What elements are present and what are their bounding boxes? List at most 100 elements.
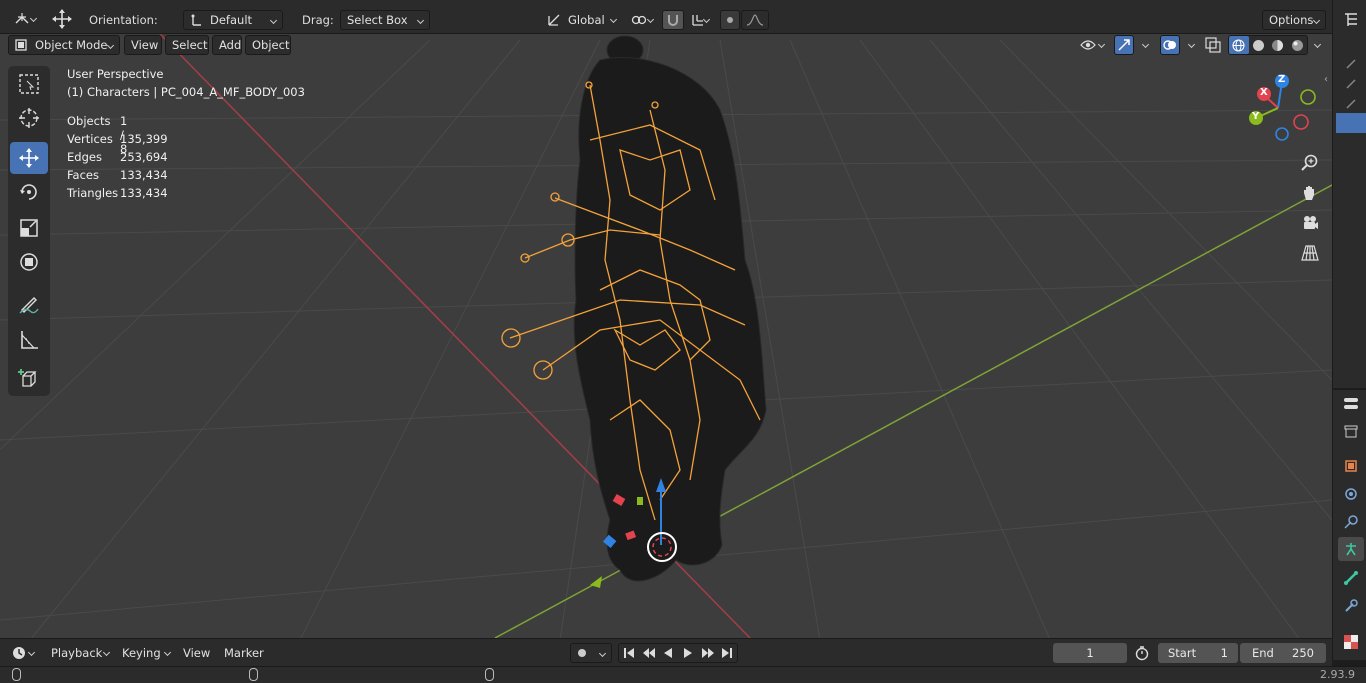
transform-orientation-value: Global: [568, 13, 605, 27]
tool-move[interactable]: [10, 142, 48, 174]
tab-scene[interactable]: [1338, 419, 1364, 443]
menu-view[interactable]: View: [124, 35, 162, 55]
tab-constraints[interactable]: [1338, 510, 1364, 534]
checker-texture-icon: [1344, 635, 1358, 649]
tool-transform[interactable]: [10, 246, 48, 278]
play-button[interactable]: [678, 644, 698, 662]
collection-object-label: (1) Characters | PC_004_A_MF_BODY_003: [67, 85, 305, 99]
proportional-edit-toggle[interactable]: [720, 10, 740, 30]
prev-keyframe-icon: [642, 648, 655, 658]
jump-start-button[interactable]: [619, 644, 639, 662]
menu-select[interactable]: Select: [165, 35, 209, 55]
tool-rotate[interactable]: [10, 176, 48, 208]
current-frame-field[interactable]: 1: [1053, 643, 1127, 663]
playback-menu[interactable]: Playback: [45, 643, 115, 663]
menu-object[interactable]: Object: [245, 35, 291, 55]
outliner-selected-row[interactable]: [1336, 113, 1366, 133]
rendered-shading-button[interactable]: [1288, 36, 1308, 54]
tool-annotate[interactable]: [10, 288, 48, 320]
solid-shading-button[interactable]: [1249, 36, 1269, 54]
armature-figure-icon: [1346, 543, 1356, 556]
next-keyframe-button[interactable]: [698, 644, 718, 662]
play-reverse-button[interactable]: [658, 644, 678, 662]
timeline-editor-type[interactable]: [6, 643, 40, 663]
start-value: 1: [1220, 646, 1228, 660]
auto-keying-toggle[interactable]: [570, 643, 612, 663]
bone-constraint-icon: [1345, 599, 1358, 612]
pan-button[interactable]: [1296, 179, 1324, 207]
play-icon: [683, 648, 692, 658]
drag-label: Drag:: [302, 13, 334, 27]
properties-editor-button[interactable]: [1338, 392, 1364, 416]
start-frame-field[interactable]: Start 1: [1158, 643, 1238, 663]
tool-select-box[interactable]: [10, 68, 48, 100]
material-shading-button[interactable]: [1268, 36, 1288, 54]
xray-toggle[interactable]: [1205, 37, 1223, 53]
tab-bone-constraints[interactable]: [1338, 594, 1364, 618]
pivot-point-dropdown[interactable]: [625, 10, 659, 30]
snap-increment-icon: [692, 15, 703, 26]
drag-dropdown[interactable]: Select Box: [340, 10, 430, 30]
menu-add[interactable]: Add: [212, 35, 242, 55]
prev-keyframe-button[interactable]: [639, 644, 659, 662]
jump-end-button[interactable]: [717, 644, 737, 662]
gizmo-toggle[interactable]: [1114, 35, 1134, 55]
perspective-label: User Perspective: [67, 67, 164, 81]
tool-measure[interactable]: [10, 324, 48, 356]
tool-scale[interactable]: [10, 212, 48, 244]
constraint-icon: [1344, 515, 1358, 529]
timeline-view-menu[interactable]: View: [177, 643, 217, 663]
mode-dropdown[interactable]: Object Mode: [8, 35, 120, 55]
object-mode-icon: [15, 39, 27, 51]
keying-menu[interactable]: Keying: [116, 643, 176, 663]
visibility-dropdown[interactable]: [1074, 35, 1110, 55]
marker-menu[interactable]: Marker: [218, 643, 268, 663]
editor-type-button[interactable]: [8, 9, 42, 29]
move-gizmo-icon[interactable]: [50, 8, 74, 30]
tab-texture[interactable]: [1338, 630, 1364, 654]
stat-label: Objects: [67, 114, 111, 128]
tool-add-cube[interactable]: [10, 362, 48, 394]
zoom-button[interactable]: [1296, 149, 1324, 177]
outliner-collapse-arrow[interactable]: ‹: [1324, 74, 1332, 86]
transform-orientation-dropdown[interactable]: Global: [540, 10, 622, 30]
physics-orbit-icon: [1345, 488, 1357, 500]
jump-start-icon: [623, 648, 634, 658]
shading-group: [1228, 35, 1308, 55]
menu-add-label: Add: [219, 38, 242, 52]
wireframe-shading-button[interactable]: [1229, 36, 1249, 54]
falloff-button[interactable]: [741, 10, 769, 30]
camera-view-button[interactable]: [1296, 209, 1324, 237]
tab-armature-data[interactable]: [1338, 537, 1364, 561]
snap-toggle[interactable]: [662, 10, 684, 30]
orientation-icon: [191, 14, 201, 26]
end-frame-field[interactable]: End 250: [1240, 643, 1326, 663]
rendered-sphere-icon: [1291, 39, 1303, 51]
tab-bone[interactable]: [1338, 566, 1364, 590]
perspective-toggle-button[interactable]: [1296, 239, 1324, 267]
gizmo-dropdown[interactable]: [1134, 35, 1154, 55]
snap-target-dropdown[interactable]: [685, 10, 715, 30]
tab-object[interactable]: [1338, 454, 1364, 478]
navigation-gizmo[interactable]: Z X Y: [1240, 70, 1320, 145]
preview-range-toggle[interactable]: [1134, 645, 1152, 661]
shading-dropdown[interactable]: [1306, 35, 1326, 55]
options-dropdown[interactable]: Options: [1262, 10, 1326, 30]
tab-modifiers[interactable]: [1338, 482, 1364, 506]
start-label: Start: [1168, 646, 1197, 660]
cursor-icon: [19, 108, 39, 128]
overlay-toggle[interactable]: [1160, 35, 1180, 55]
drag-value: Select Box: [347, 13, 408, 27]
viewport-3d[interactable]: [0, 34, 1332, 638]
tool-cursor[interactable]: [10, 102, 48, 134]
proportional-dot-icon: [727, 17, 733, 23]
jump-end-icon: [722, 648, 733, 658]
mouse-middle-icon: [249, 668, 258, 681]
outliner-icon: [1345, 13, 1357, 26]
stopwatch-icon: [1135, 646, 1149, 661]
move-icon: [19, 148, 39, 168]
hand-icon: [1304, 186, 1314, 200]
orientation-dropdown[interactable]: Default: [183, 10, 283, 30]
outliner-editor-button[interactable]: [1338, 8, 1364, 32]
overlay-dropdown[interactable]: [1180, 35, 1200, 55]
